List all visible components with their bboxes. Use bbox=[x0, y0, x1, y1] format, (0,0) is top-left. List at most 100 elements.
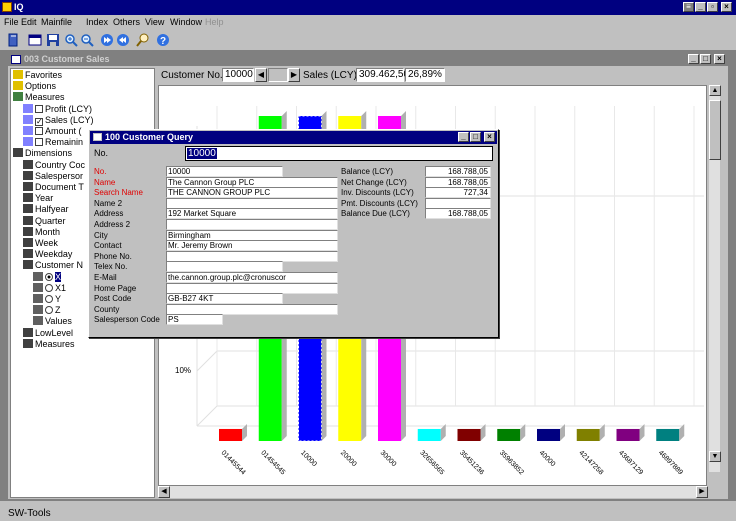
tree-node-label: X bbox=[55, 271, 62, 282]
field-value[interactable]: GB-B27 4KT bbox=[166, 293, 283, 305]
field-value[interactable]: 192 Market Square bbox=[166, 208, 338, 220]
tree-node[interactable]: Dimensions bbox=[13, 148, 72, 159]
customer-no-field[interactable]: 10000 bbox=[222, 68, 254, 82]
field-value[interactable] bbox=[166, 261, 283, 273]
menu-index[interactable]: Index bbox=[86, 17, 108, 27]
vertical-scrollbar[interactable]: ▲ ▼ bbox=[708, 85, 721, 472]
close-button[interactable]: × bbox=[721, 2, 732, 12]
customer-query-dialog: 100 Customer Query _ □ × No. 10000 No. 10… bbox=[88, 129, 499, 338]
menu-mainfile[interactable]: Mainfile bbox=[41, 17, 72, 27]
dialog-maximize-button[interactable]: □ bbox=[470, 132, 481, 142]
help-icon[interactable]: ? bbox=[156, 33, 172, 48]
field-value[interactable]: The Cannon Group PLC bbox=[166, 176, 338, 188]
open-window-icon[interactable] bbox=[28, 33, 44, 48]
tree-node[interactable]: Y bbox=[33, 294, 61, 305]
field-value[interactable] bbox=[166, 303, 338, 315]
tree-radio[interactable] bbox=[45, 283, 53, 292]
zoom-in-icon[interactable] bbox=[64, 33, 80, 48]
back-icon[interactable] bbox=[116, 33, 132, 48]
tree-checkbox[interactable] bbox=[35, 138, 43, 147]
next-customer-button[interactable]: ▶ bbox=[288, 68, 300, 82]
horizontal-scrollbar[interactable]: ◀ ▶ bbox=[158, 486, 708, 498]
dialog-close-button[interactable]: × bbox=[484, 132, 495, 142]
save-icon[interactable] bbox=[46, 33, 62, 48]
tree-node[interactable]: X bbox=[33, 271, 62, 283]
zoom-out-icon[interactable] bbox=[80, 33, 96, 48]
scroll-up-button[interactable]: ▲ bbox=[709, 85, 721, 96]
tree-node[interactable]: Customer N bbox=[23, 260, 83, 271]
field-value[interactable]: Birmingham bbox=[166, 229, 338, 241]
scroll-left-button[interactable]: ◀ bbox=[158, 486, 170, 498]
field-value[interactable]: 10000 bbox=[166, 166, 283, 177]
tree-node[interactable]: Year bbox=[23, 193, 53, 204]
tree-node[interactable]: Salespersor bbox=[23, 170, 83, 182]
tree-node[interactable]: Document T bbox=[23, 182, 84, 193]
tree-node[interactable]: Country Coc bbox=[23, 159, 85, 171]
tree-node[interactable]: Amount ( bbox=[23, 126, 82, 137]
field-value[interactable] bbox=[166, 219, 338, 230]
measure-icon bbox=[23, 126, 33, 135]
menu-edit[interactable]: Edit bbox=[21, 17, 37, 27]
dialog-minimize-button[interactable]: _ bbox=[458, 132, 469, 142]
no-search-input[interactable] bbox=[185, 146, 493, 161]
menu-others[interactable]: Others bbox=[113, 17, 140, 27]
tree-node[interactable]: Options bbox=[13, 81, 56, 92]
tree-node[interactable]: Favorites bbox=[13, 70, 62, 81]
tree-node[interactable]: Weekday bbox=[23, 249, 72, 260]
field-value[interactable]: PS bbox=[166, 314, 223, 326]
tree-checkbox[interactable]: ✓ bbox=[35, 117, 43, 126]
tree-node[interactable]: Measures bbox=[23, 338, 75, 350]
customer-slider-track[interactable] bbox=[268, 68, 288, 82]
scroll-thumb[interactable] bbox=[709, 100, 721, 160]
tree-node[interactable]: Values bbox=[33, 316, 72, 327]
child-minimize-button[interactable]: _ bbox=[688, 54, 699, 64]
tree-node[interactable]: X1 bbox=[33, 282, 66, 294]
field-value[interactable] bbox=[166, 282, 338, 294]
tree-checkbox[interactable] bbox=[35, 127, 43, 135]
field-value[interactable] bbox=[166, 250, 338, 262]
tree-node[interactable]: Quarter bbox=[23, 215, 66, 227]
field-value[interactable]: Mr. Jeremy Brown bbox=[166, 240, 338, 252]
scroll-right-button[interactable]: ▶ bbox=[696, 486, 708, 498]
child-close-button[interactable]: × bbox=[714, 54, 725, 64]
field-value[interactable]: the.cannon.group.plc@cronuscor bbox=[166, 272, 338, 283]
folder-icon bbox=[13, 81, 23, 91]
tree-node[interactable]: Profit (LCY) bbox=[23, 103, 92, 115]
x-tick-label: 01445544 bbox=[220, 449, 247, 476]
app-menu-icon[interactable]: ≡ bbox=[683, 2, 694, 12]
child-restore-button[interactable]: □ bbox=[700, 54, 711, 64]
dimension-icon bbox=[23, 215, 33, 225]
axis-icon bbox=[33, 294, 43, 303]
menu-file[interactable]: File bbox=[4, 17, 19, 27]
field-value[interactable] bbox=[166, 197, 338, 209]
tree-radio[interactable] bbox=[45, 295, 53, 303]
search-icon[interactable] bbox=[136, 33, 152, 48]
forward-icon[interactable] bbox=[100, 33, 116, 48]
svg-text:?: ? bbox=[160, 36, 166, 47]
tree-node[interactable]: Halfyear bbox=[23, 204, 69, 215]
book-icon[interactable] bbox=[6, 33, 22, 48]
tree-checkbox[interactable] bbox=[35, 104, 43, 113]
tree-node[interactable]: Measures bbox=[13, 92, 65, 103]
tree-radio[interactable] bbox=[45, 272, 53, 281]
minimize-button[interactable]: _ bbox=[695, 2, 706, 12]
tree-radio[interactable] bbox=[45, 306, 53, 315]
field-value[interactable]: THE CANNON GROUP PLC bbox=[166, 187, 338, 199]
tree-node[interactable]: LowLevel bbox=[23, 327, 73, 339]
dimension-icon bbox=[23, 260, 33, 270]
child-window-title: 003 Customer Sales bbox=[24, 54, 110, 64]
menu-help[interactable]: Help bbox=[205, 17, 224, 27]
tree-node[interactable]: ✓ Sales (LCY) bbox=[23, 114, 94, 126]
scroll-down-button[interactable]: ▼ bbox=[709, 451, 721, 462]
tree-node[interactable]: Z bbox=[33, 305, 61, 316]
summary-label: Net Change (LCY) bbox=[341, 177, 407, 187]
menu-window[interactable]: Window bbox=[170, 17, 202, 27]
prev-customer-button[interactable]: ◀ bbox=[255, 68, 267, 82]
tree-node[interactable]: Week bbox=[23, 238, 58, 249]
tree-node[interactable]: Month bbox=[23, 226, 60, 238]
menu-view[interactable]: View bbox=[145, 17, 164, 27]
dimension-icon bbox=[23, 238, 33, 247]
summary-label: Inv. Discounts (LCY) bbox=[341, 188, 414, 198]
restore-button[interactable]: ▫ bbox=[707, 2, 718, 12]
tree-node[interactable]: Remainin bbox=[23, 137, 83, 148]
